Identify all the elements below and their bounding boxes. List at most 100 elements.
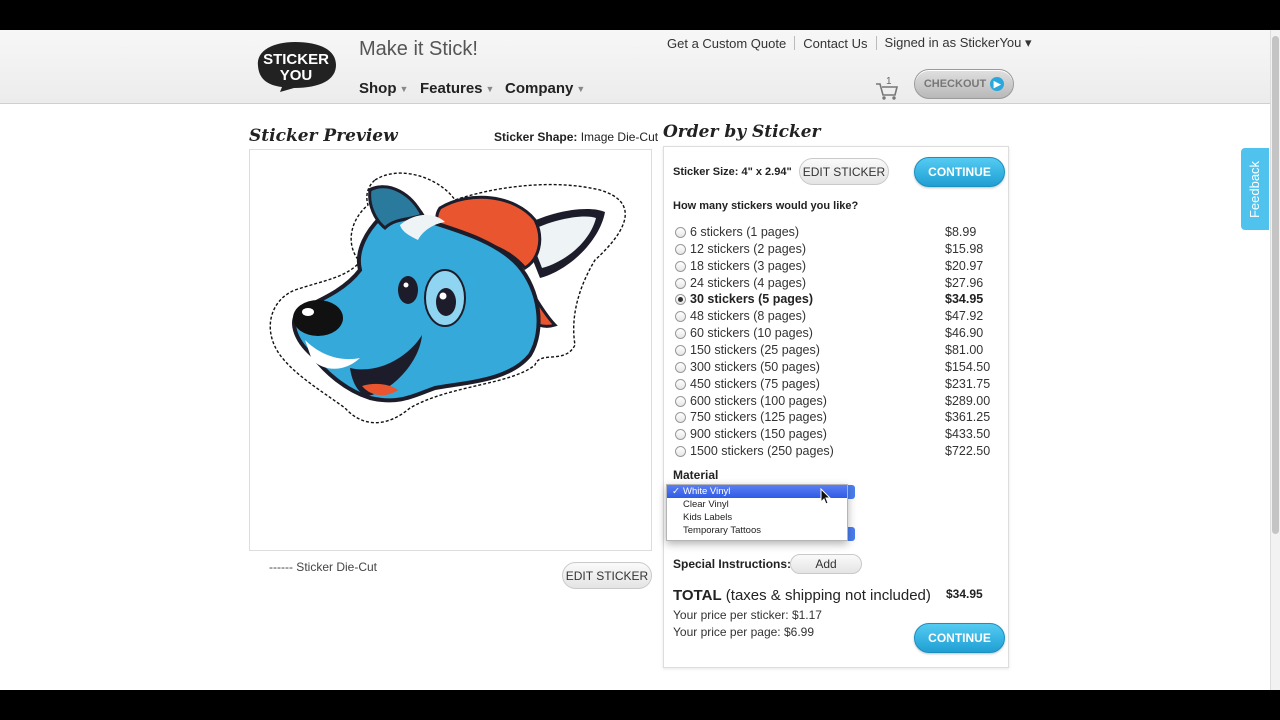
- quantity-option[interactable]: 48 stickers (8 pages) $47.92: [675, 308, 995, 325]
- quantity-option-label: 60 stickers (10 pages): [690, 326, 813, 340]
- quantity-option-price: $231.75: [945, 377, 991, 391]
- quantity-option-price: $289.00: [945, 394, 991, 408]
- radio-button[interactable]: [675, 429, 686, 440]
- cart-count: 1: [886, 76, 892, 87]
- radio-button[interactable]: [675, 328, 686, 339]
- quantity-option-label: 18 stickers (3 pages): [690, 259, 807, 273]
- mouse-cursor-icon: [820, 488, 832, 505]
- radio-button[interactable]: [675, 278, 686, 289]
- tagline: Make it Stick!: [359, 38, 478, 60]
- quantity-option[interactable]: 300 stickers (50 pages) $154.50: [675, 359, 995, 376]
- contact-link[interactable]: Contact Us: [803, 36, 867, 51]
- quantity-option[interactable]: 600 stickers (100 pages) $289.00: [675, 393, 995, 410]
- nav-features[interactable]: Features ▼: [420, 80, 494, 97]
- dog-sticker-image: [269, 172, 626, 424]
- radio-button[interactable]: [675, 261, 686, 272]
- radio-button[interactable]: [675, 227, 686, 238]
- sticker-preview-canvas: [249, 149, 652, 551]
- quantity-option[interactable]: 150 stickers (25 pages) $81.00: [675, 342, 995, 359]
- radio-button[interactable]: [675, 311, 686, 322]
- radio-button[interactable]: [675, 379, 686, 390]
- quantity-question: How many stickers would you like?: [673, 200, 859, 212]
- quantity-option[interactable]: 6 stickers (1 pages) $8.99: [675, 224, 995, 241]
- special-instructions-add-button[interactable]: Add: [790, 554, 862, 574]
- feedback-tab[interactable]: Feedback: [1241, 148, 1269, 230]
- checkout-button[interactable]: CHECKOUT ▶: [914, 69, 1014, 99]
- quantity-option[interactable]: 18 stickers (3 pages) $20.97: [675, 258, 995, 275]
- material-option[interactable]: Kids Labels: [667, 511, 847, 524]
- radio-button[interactable]: [675, 362, 686, 373]
- divider: [875, 36, 877, 50]
- chevron-down-icon: ▼: [399, 83, 409, 94]
- quantity-option-price: $46.90: [945, 326, 984, 340]
- material-option-label: Clear Vinyl: [683, 499, 729, 510]
- logo-line2: YOU: [280, 67, 313, 84]
- scrollbar-thumb[interactable]: [1272, 36, 1279, 534]
- quantity-option-label: 450 stickers (75 pages): [690, 377, 820, 391]
- screen-bottom-bar: [0, 690, 1280, 720]
- quantity-option[interactable]: 900 stickers (150 pages) $433.50: [675, 426, 995, 443]
- chevron-down-icon: ▼: [576, 83, 586, 94]
- quantity-option-label: 24 stickers (4 pages): [690, 276, 807, 290]
- play-arrow-icon: ▶: [990, 77, 1005, 91]
- material-option-label: Kids Labels: [683, 512, 733, 523]
- quantity-option-label: 6 stickers (1 pages): [690, 225, 800, 239]
- browser-viewport: STICKER YOU Make it Stick! Shop ▼ Feature…: [0, 30, 1280, 690]
- sticker-size-label: Sticker Size: 4" x 2.94": [673, 166, 792, 178]
- quantity-option[interactable]: 1500 stickers (250 pages) $722.50: [675, 443, 995, 460]
- sticker-shape-label: Sticker Shape: Image Die-Cut: [494, 130, 658, 144]
- quantity-option[interactable]: 24 stickers (4 pages) $27.96: [675, 275, 995, 292]
- total-line: TOTAL (taxes & shipping not included): [673, 587, 931, 604]
- radio-button[interactable]: [675, 294, 686, 305]
- nav-features-label: Features: [420, 80, 483, 97]
- shape-key: Sticker Shape:: [494, 130, 578, 144]
- divider: [794, 36, 796, 50]
- continue-button-bottom[interactable]: CONTINUE: [914, 623, 1005, 653]
- quantity-option-price: $361.25: [945, 410, 991, 424]
- stickeryou-logo[interactable]: STICKER YOU: [250, 38, 340, 94]
- radio-button[interactable]: [675, 244, 686, 255]
- nav-shop[interactable]: Shop ▼: [359, 80, 408, 97]
- quantity-option[interactable]: 750 stickers (125 pages) $361.25: [675, 409, 995, 426]
- shape-value: Image Die-Cut: [580, 130, 659, 144]
- quantity-option-label: 300 stickers (50 pages): [690, 360, 820, 374]
- total-note: (taxes & shipping not included): [721, 587, 931, 604]
- quantity-option-label: 150 stickers (25 pages): [690, 343, 820, 357]
- material-option-label: White Vinyl: [683, 486, 731, 497]
- quantity-option-price: $433.50: [945, 427, 991, 441]
- quantity-option[interactable]: 30 stickers (5 pages) $34.95: [675, 291, 995, 308]
- quantity-option-price: $15.98: [945, 242, 984, 256]
- custom-quote-link[interactable]: Get a Custom Quote: [667, 36, 786, 51]
- quantity-option[interactable]: 60 stickers (10 pages) $46.90: [675, 325, 995, 342]
- radio-button[interactable]: [675, 446, 686, 457]
- continue-button-top[interactable]: CONTINUE: [914, 157, 1005, 187]
- nav-company[interactable]: Company ▼: [505, 80, 585, 97]
- quantity-option-label: 48 stickers (8 pages): [690, 309, 807, 323]
- radio-button[interactable]: [675, 412, 686, 423]
- nav-company-label: Company: [505, 80, 574, 97]
- radio-button[interactable]: [675, 345, 686, 356]
- quantity-option-label: 600 stickers (100 pages): [690, 394, 827, 408]
- quantity-option-price: $81.00: [945, 343, 984, 357]
- preview-title: Sticker Preview: [249, 126, 398, 146]
- top-links: Get a Custom Quote Contact Us Signed in …: [667, 35, 1032, 51]
- quantity-option-label: 12 stickers (2 pages): [690, 242, 807, 256]
- material-option-label: Temporary Tattoos: [683, 525, 761, 536]
- scrollbar[interactable]: [1270, 30, 1280, 690]
- quantity-option[interactable]: 450 stickers (75 pages) $231.75: [675, 376, 995, 393]
- logo-line1: STICKER: [263, 51, 329, 68]
- quantity-option-label: 30 stickers (5 pages): [690, 292, 813, 306]
- radio-button[interactable]: [675, 396, 686, 407]
- edit-sticker-button[interactable]: EDIT STICKER: [799, 158, 889, 185]
- quantity-option[interactable]: 12 stickers (2 pages) $15.98: [675, 241, 995, 258]
- site-header: STICKER YOU Make it Stick! Shop ▼ Feature…: [0, 30, 1270, 104]
- account-menu[interactable]: Signed in as StickerYou ▾: [885, 35, 1032, 51]
- material-label: Material: [673, 468, 719, 482]
- material-option[interactable]: Temporary Tattoos: [667, 524, 847, 537]
- quantity-option-price: $722.50: [945, 444, 991, 458]
- edit-sticker-button-preview[interactable]: EDIT STICKER: [562, 562, 652, 589]
- quantity-option-price: $34.95: [945, 292, 984, 306]
- quantity-option-label: 750 stickers (125 pages): [690, 410, 827, 424]
- price-per-sticker: Your price per sticker: $1.17: [673, 608, 822, 622]
- quantity-option-price: $20.97: [945, 259, 984, 273]
